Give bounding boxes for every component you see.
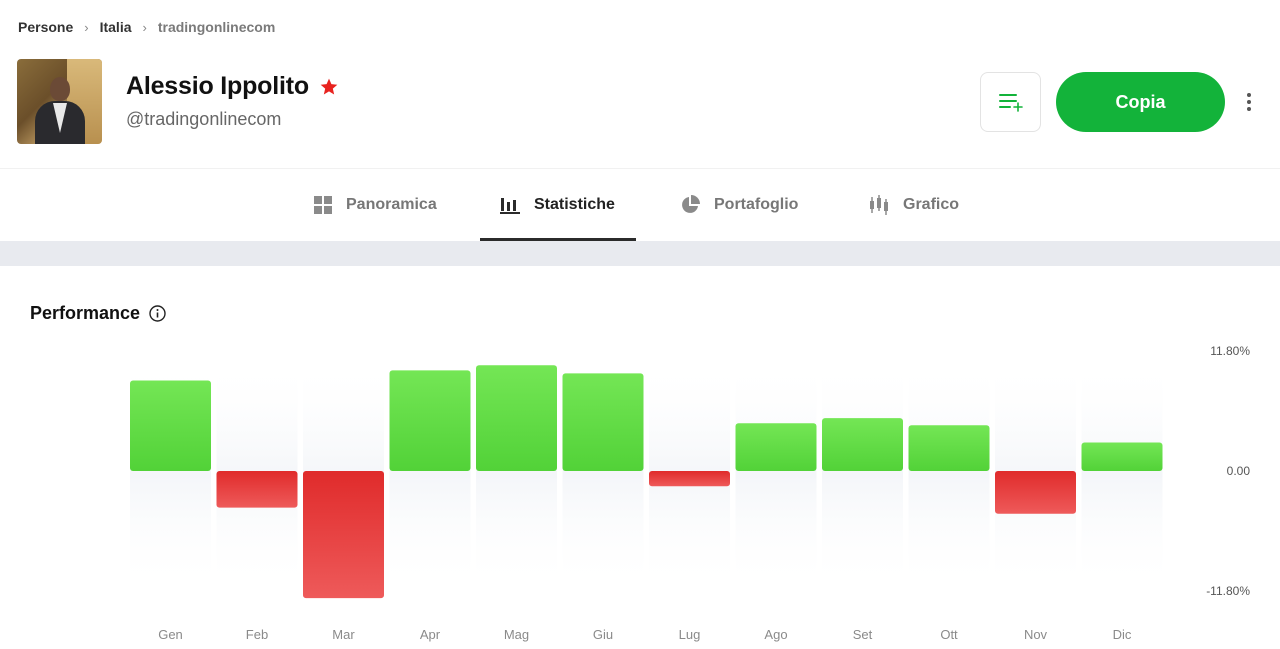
x-tick-label: Ott [940, 627, 958, 642]
bar-chart-icon [500, 198, 520, 214]
breadcrumb-italia[interactable]: Italia [100, 19, 132, 35]
breadcrumb-current: tradingonlinecom [157, 19, 276, 35]
chevron-right-icon: › [142, 19, 147, 35]
profile-handle: @tradingonlinecom [126, 109, 282, 129]
tab-portafoglio[interactable]: Portafoglio [680, 170, 798, 240]
x-tick-label: Apr [420, 627, 441, 642]
performance-heading: Performance [30, 303, 166, 324]
copy-button[interactable]: Copia [1056, 72, 1225, 132]
x-tick-label: Set [853, 627, 873, 642]
y-tick-label: 0.00 [1227, 464, 1251, 478]
bar-background [908, 359, 990, 591]
y-tick-label: -11.80% [1206, 584, 1250, 598]
x-tick-label: Mar [332, 627, 355, 642]
tab-label: Portafoglio [714, 196, 799, 213]
bar-mag[interactable] [476, 365, 557, 471]
bar-set[interactable] [822, 418, 903, 471]
x-tick-label: Nov [1024, 627, 1048, 642]
profile-header: Alessio Ippolito @tradingonlinecom [126, 72, 339, 130]
list-add-icon [998, 94, 1023, 112]
breadcrumb: Persone › Italia › tradingonlinecom [18, 19, 275, 35]
more-options-icon[interactable] [1240, 88, 1258, 116]
bar-feb[interactable] [216, 471, 298, 508]
tab-statistiche[interactable]: Statistiche [500, 170, 615, 240]
bar-lug[interactable] [649, 471, 730, 487]
add-to-watchlist-button[interactable] [980, 72, 1041, 132]
bar-gen[interactable] [130, 380, 211, 471]
bar-ago[interactable] [735, 423, 817, 471]
avatar [17, 59, 102, 144]
tab-label: Grafico [903, 196, 960, 213]
bar-mar[interactable] [303, 471, 384, 599]
bar-apr[interactable] [389, 370, 471, 471]
star-icon [320, 78, 338, 94]
section-separator [0, 241, 1280, 266]
tab-grafico[interactable]: Grafico [869, 170, 959, 240]
chevron-right-icon: › [84, 19, 89, 35]
tab-panoramica[interactable]: Panoramica [314, 170, 437, 240]
performance-title: Performance [30, 303, 141, 323]
x-tick-label: Lug [679, 627, 701, 642]
bar-background [735, 359, 817, 591]
bar-dic[interactable] [1081, 442, 1163, 471]
y-tick-label: 11.80% [1210, 344, 1250, 358]
tab-bar: Panoramica Statistiche Portafoglio Grafi… [0, 170, 1280, 240]
x-tick-label: Ago [764, 627, 787, 642]
grid-icon [314, 196, 332, 214]
profile-name: Alessio Ippolito [126, 72, 309, 100]
x-tick-label: Mag [504, 627, 529, 642]
x-tick-label: Dic [1113, 627, 1132, 642]
bar-background [822, 359, 903, 591]
tab-label: Statistiche [534, 196, 615, 213]
bar-background [1081, 359, 1163, 591]
candlestick-icon [870, 195, 888, 215]
x-tick-label: Gen [158, 627, 183, 642]
divider [0, 168, 1280, 169]
bar-nov[interactable] [995, 471, 1076, 514]
x-tick-label: Giu [593, 627, 613, 642]
performance-chart: Gen Feb Mar Apr Mag Giu Lug Ago Set Ott Nov Dic 11.8… [130, 344, 1251, 642]
info-icon[interactable] [149, 305, 166, 322]
bar-giu[interactable] [562, 373, 644, 471]
breadcrumb-persone[interactable]: Persone [18, 19, 73, 35]
tab-label: Panoramica [346, 196, 437, 213]
bar-ott[interactable] [908, 425, 990, 471]
pie-chart-icon [682, 195, 700, 213]
x-tick-label: Feb [246, 627, 268, 642]
